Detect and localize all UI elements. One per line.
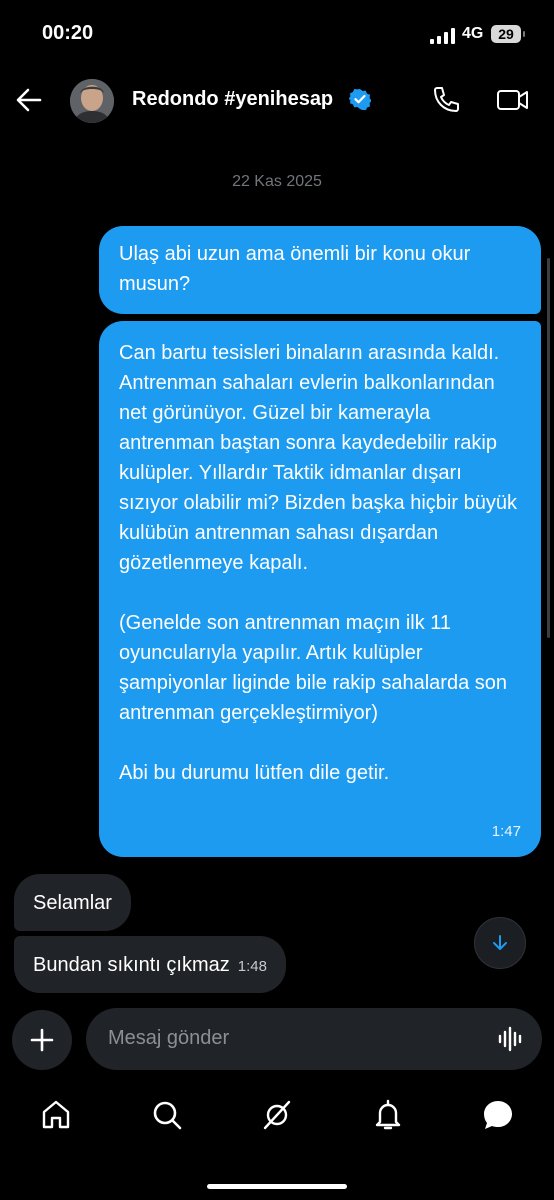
message-bubble-outgoing[interactable]: Can bartu tesisleri binaların arasında k… <box>99 321 541 857</box>
message-timestamp: 1:48 <box>237 958 267 975</box>
verified-badge-icon <box>348 88 372 111</box>
home-icon[interactable] <box>36 1095 76 1135</box>
status-time: 00:20 <box>42 22 94 44</box>
arrow-down-icon <box>493 935 507 950</box>
back-arrow-icon[interactable] <box>14 86 44 114</box>
home-indicator <box>207 1184 347 1189</box>
add-attachment-button[interactable] <box>12 1010 72 1070</box>
search-icon[interactable] <box>147 1095 187 1135</box>
message-text: Abi bu durumu lütfen dile getir. <box>119 762 390 784</box>
status-bar: 00:20 4G 29 <box>0 0 554 66</box>
signal-icon <box>430 28 456 44</box>
message-text: Selamlar <box>33 892 112 914</box>
message-input[interactable]: Mesaj gönder <box>86 1008 542 1070</box>
conversation-header: Redondo #yenihesap <box>0 66 554 136</box>
battery-icon: 29 <box>491 25 525 43</box>
phone-call-icon[interactable] <box>430 84 462 116</box>
message-bubble-incoming[interactable]: Bundan sıkıntı çıkmaz 1:48 <box>14 936 286 993</box>
message-bubble-outgoing[interactable]: Ulaş abi uzun ama önemli bir konu okur m… <box>99 226 541 314</box>
message-text: Can bartu tesisleri binaların arasında k… <box>119 342 517 574</box>
grok-icon[interactable] <box>257 1095 297 1135</box>
message-text: Ulaş abi uzun ama önemli bir konu okur m… <box>119 243 471 295</box>
message-bubble-incoming[interactable]: Selamlar <box>14 874 131 931</box>
messages-icon[interactable] <box>478 1095 518 1135</box>
voice-message-icon[interactable] <box>498 1025 524 1053</box>
plus-icon <box>30 1028 54 1052</box>
message-text: Bundan sıkıntı çıkmaz <box>33 954 230 976</box>
scroll-to-bottom-button[interactable] <box>474 917 526 969</box>
scrollbar[interactable] <box>547 258 550 638</box>
message-timestamp: 1:47 <box>491 823 521 840</box>
message-text: (Genelde son antrenman maçın ilk 11 oyun… <box>119 612 507 724</box>
message-input-placeholder: Mesaj gönder <box>108 1027 230 1049</box>
notifications-icon[interactable] <box>368 1095 408 1135</box>
video-call-icon[interactable] <box>496 84 530 116</box>
contact-name[interactable]: Redondo #yenihesap <box>132 88 333 111</box>
date-separator: 22 Kas 2025 <box>232 173 322 190</box>
network-type: 4G <box>462 25 484 42</box>
avatar[interactable] <box>70 79 114 123</box>
